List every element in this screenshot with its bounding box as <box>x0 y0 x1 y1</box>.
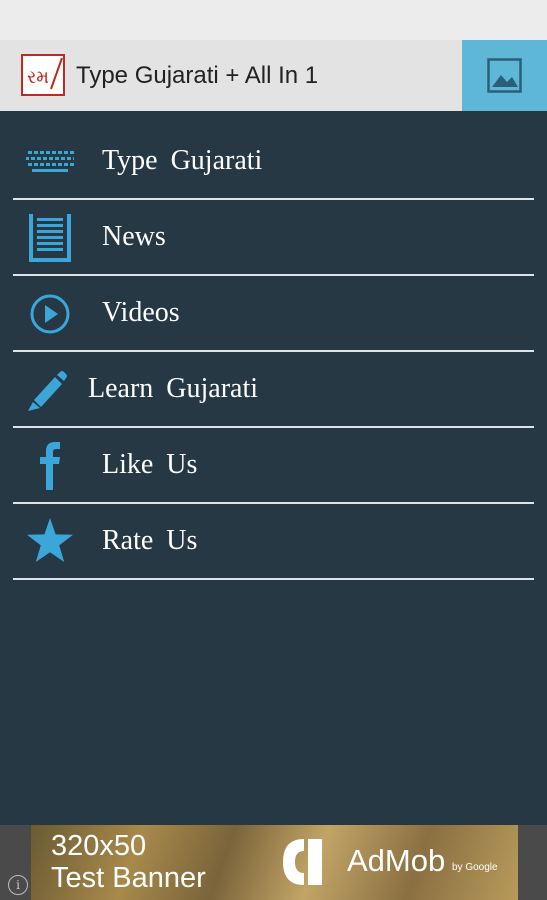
pencil-icon <box>20 366 80 414</box>
ad-size-label: 320x50 <box>51 830 147 862</box>
ad-test-label: Test Banner <box>51 862 206 894</box>
menu-item-videos[interactable]: Videos <box>0 276 547 352</box>
admob-brand: AdMob <box>347 843 446 878</box>
admob-by-google: by Google <box>452 862 498 873</box>
ad-test-text: 320x50 Test Banner <box>51 830 206 894</box>
star-icon <box>20 518 80 566</box>
menu-item-rate-us[interactable]: Rate Us <box>0 504 547 580</box>
image-button[interactable] <box>462 40 547 111</box>
divider <box>13 578 534 580</box>
status-bar <box>0 0 547 40</box>
ad-banner-container: 320x50 Test Banner AdMob by Google i <box>0 825 547 900</box>
admob-logo-icon <box>275 833 331 891</box>
document-icon <box>20 214 80 262</box>
app-title: Type Gujarati + All In 1 <box>76 62 319 89</box>
image-icon <box>487 58 522 93</box>
app-logo-glyph: રમ <box>27 67 49 88</box>
ad-banner[interactable]: 320x50 Test Banner AdMob by Google <box>31 825 518 900</box>
menu-item-label: Videos <box>102 297 180 328</box>
menu-item-label: News <box>102 221 166 252</box>
menu-item-learn-gujarati[interactable]: Learn Gujarati <box>0 352 547 428</box>
info-icon[interactable]: i <box>8 875 28 895</box>
menu-item-label: Like Us <box>102 449 198 480</box>
menu-item-like-us[interactable]: Like Us <box>0 428 547 504</box>
app-logo: રમ <box>21 54 65 96</box>
play-circle-icon <box>20 290 80 338</box>
menu-item-label: Learn Gujarati <box>88 373 259 404</box>
menu-item-label: Type Gujarati <box>102 145 263 176</box>
action-bar: રમ Type Gujarati + All In 1 <box>0 40 547 111</box>
navigation-menu: Type Gujarati News Videos Learn Gujarati… <box>0 124 547 580</box>
menu-item-label: Rate Us <box>102 525 198 556</box>
menu-item-type-gujarati[interactable]: Type Gujarati <box>0 124 547 200</box>
facebook-icon <box>20 442 80 490</box>
menu-item-news[interactable]: News <box>0 200 547 276</box>
keyboard-icon <box>20 138 80 186</box>
